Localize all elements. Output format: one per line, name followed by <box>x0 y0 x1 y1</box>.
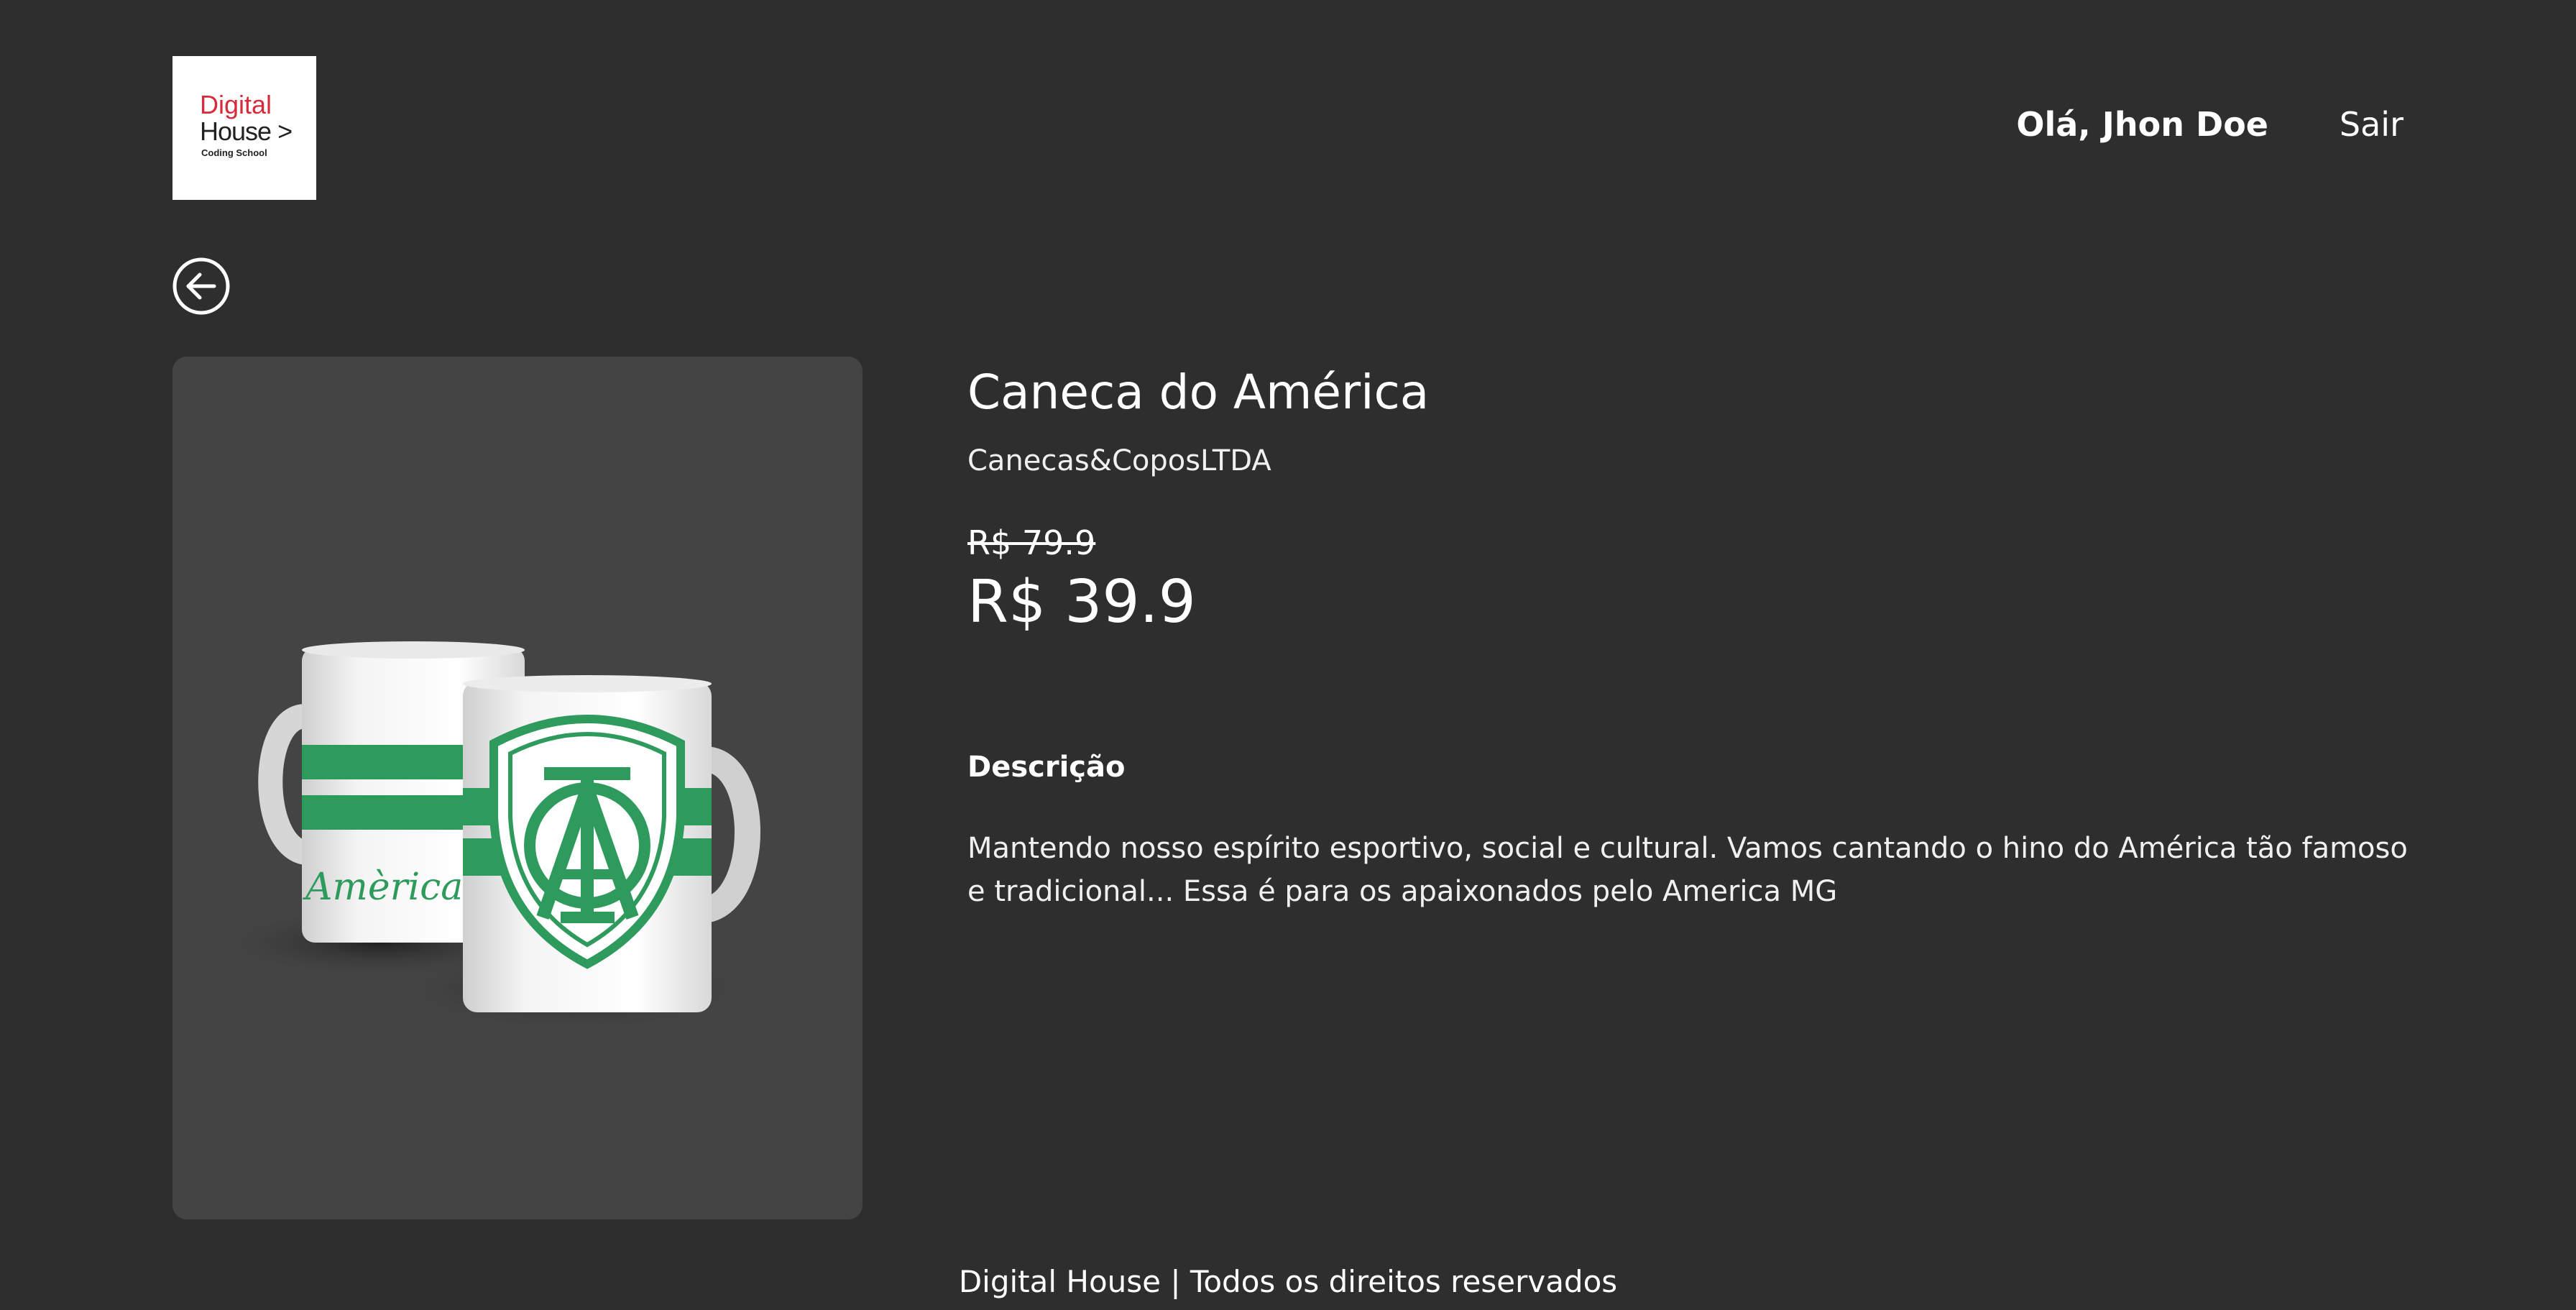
footer-text: Digital House | Todos os direitos reserv… <box>958 1264 1618 1299</box>
digital-house-logo[interactable]: Digital House > Coding School <box>172 56 316 200</box>
arrow-left-circle-icon <box>172 257 230 315</box>
logo-text-digital: Digital <box>200 90 272 119</box>
product-title: Caneca do América <box>967 365 1430 420</box>
logo-text-coding-school: Coding School <box>201 147 267 158</box>
old-price: R$ 79.9 <box>967 523 1096 562</box>
product-detail-page: Digital House > Coding School Olá, Jhon … <box>0 0 2576 1310</box>
product-image: Amèrica <box>172 357 862 1219</box>
logo-text-house: House > <box>200 116 293 146</box>
current-price: R$ 39.9 <box>967 568 1196 636</box>
seller-name: Canecas&CoposLTDA <box>967 444 1271 477</box>
product-info: Caneca do América Canecas&CoposLTDA R$ 7… <box>967 359 2408 913</box>
user-greeting: Olá, Jhon Doe <box>2016 105 2268 144</box>
description-text: Mantendo nosso espírito esportivo, socia… <box>967 832 2408 908</box>
mug-caption-text: Amèrica <box>303 866 463 909</box>
logout-link[interactable]: Sair <box>2340 105 2404 144</box>
description-heading: Descrição <box>967 751 1126 784</box>
back-button[interactable] <box>172 257 230 315</box>
mug-illustration: Amèrica <box>208 641 762 1032</box>
